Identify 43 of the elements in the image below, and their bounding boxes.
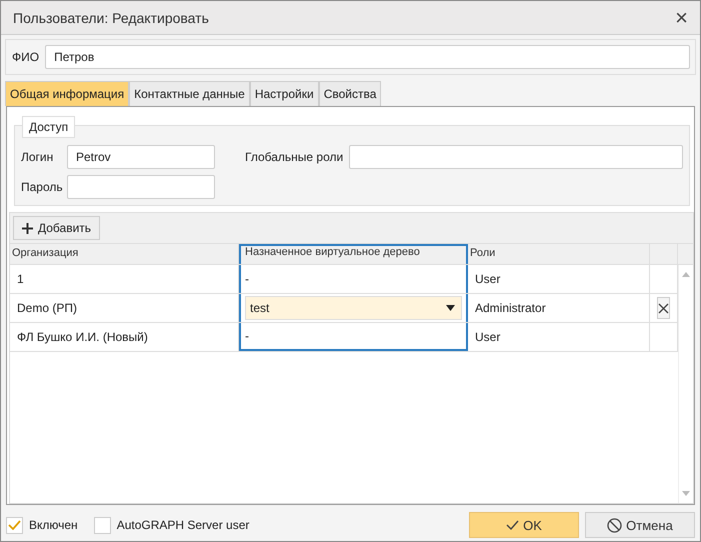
login-field[interactable]: Petrov [67, 145, 215, 169]
password-field[interactable] [67, 175, 215, 199]
global-roles-field[interactable] [349, 145, 683, 169]
fio-label: ФИО [12, 50, 40, 64]
column-header[interactable]: Роли [468, 244, 650, 264]
password-label: Пароль [21, 180, 64, 194]
cancel-button[interactable]: Отмена [585, 512, 695, 538]
tab[interactable]: Общая информация [5, 81, 130, 106]
close-icon [658, 302, 669, 314]
group-legend: Доступ [22, 116, 76, 138]
checkbox[interactable] [94, 516, 111, 534]
fio-field[interactable]: Петров [45, 45, 690, 69]
column-header[interactable]: Назначенное виртуальное дерево [239, 244, 468, 264]
tab[interactable]: Свойства [318, 81, 382, 106]
table-cell: - [245, 329, 249, 343]
dropdown-caret-icon [446, 305, 455, 311]
table-cell: User [468, 323, 650, 351]
tab[interactable]: Настройки [250, 81, 319, 106]
checkbox-label: AutoGRAPH Server user [116, 518, 250, 532]
checkbox-label: Включен [29, 518, 78, 532]
prohibited-icon [607, 518, 622, 532]
table-cell: Administrator [468, 294, 650, 322]
tree-dropdown[interactable]: test [245, 296, 462, 320]
global-roles-label: Глобальные роли [245, 150, 344, 164]
window-title: Пользователи: Редактировать [13, 10, 210, 26]
close-button[interactable]: × [675, 6, 688, 28]
delete-row-button[interactable] [657, 297, 670, 319]
scrollbar[interactable] [678, 265, 693, 503]
check-icon [506, 520, 520, 530]
ok-button[interactable]: OK [469, 512, 579, 538]
column-header[interactable]: Организация [10, 244, 239, 264]
login-label: Логин [21, 150, 54, 164]
plus-icon [22, 222, 33, 234]
table-cell: User [468, 265, 650, 293]
scroll-down-icon[interactable] [682, 491, 690, 496]
table-cell: 1 [10, 265, 239, 293]
table-cell: ФЛ Бушко И.И. (Новый) [10, 323, 239, 351]
checkbox[interactable] [6, 516, 23, 534]
table-cell: Demo (РП) [10, 294, 239, 322]
scroll-up-icon[interactable] [682, 272, 690, 277]
table-cell: - [245, 272, 249, 286]
tab[interactable]: Контактные данные [129, 81, 250, 106]
add-button[interactable]: Добавить [13, 216, 100, 240]
